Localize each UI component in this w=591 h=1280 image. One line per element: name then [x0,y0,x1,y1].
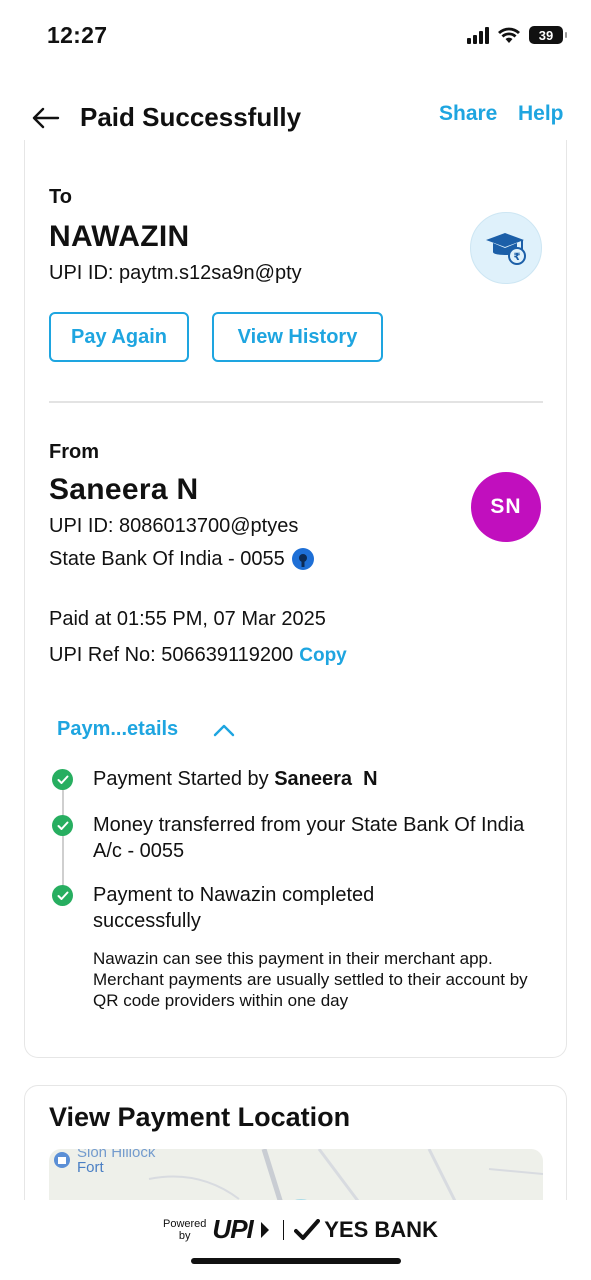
upi-logo: UPI [212,1214,253,1244]
sender-initials: SN [490,495,522,518]
map-label-hillock: Sion Hillock [77,1149,156,1161]
recipient-name: NAWAZIN [49,220,190,253]
sender-name: Saneera N [49,473,199,506]
sender-bank: State Bank Of India - 0055 [49,547,315,571]
yes-bank-text: YES BANK [324,1216,438,1242]
footer: Powered by UPI YES BANK [0,1200,591,1280]
step-started-name: Saneera N [274,768,378,790]
recipient-avatar[interactable]: ₹ [470,212,542,284]
upi-ref-text: UPI Ref No: 506639119200 [49,644,294,666]
payment-details-label: Paym...etails [57,718,179,740]
check-circle-icon [52,769,73,790]
sbi-bank-icon [291,548,314,570]
back-button[interactable] [30,102,62,134]
check-mark-icon [294,1218,321,1240]
sender-avatar: SN [471,472,541,542]
share-button[interactable]: Share [439,102,497,126]
transaction-card: To NAWAZIN UPI ID: paytm.s12sa9n@pty ₹ P… [24,140,567,1058]
timeline-step: Payment Started by Saneera N [93,766,543,792]
payment-details-toggle[interactable]: Paym...etails [57,718,236,741]
sender-bank-text: State Bank Of India - 0055 [49,547,285,570]
step-started-text: Payment Started by [93,768,275,790]
arrow-left-icon [32,107,60,129]
recipient-upi-id: UPI ID: paytm.s12sa9n@pty [49,262,302,284]
check-circle-icon [52,815,73,836]
chevron-up-icon [213,724,235,736]
status-time: 12:27 [47,22,108,48]
paid-at: Paid at 01:55 PM, 07 Mar 2025 [49,608,326,630]
map-label-fort: Fort [77,1159,104,1176]
help-button[interactable]: Help [518,102,564,126]
wifi-icon [498,27,520,43]
settlement-note: Nawazin can see this payment in their me… [93,949,528,1010]
timeline-line [62,780,64,896]
copy-ref-button[interactable]: Copy [299,645,347,667]
powered-by-upi-yesbank: Powered by UPI YES BANK [163,1214,438,1245]
powered-text: Powered [163,1217,207,1230]
footer-separator [282,1219,285,1240]
upi-arrow-logo-icon [260,1221,269,1238]
graduation-cap-rupee-icon: ₹ [486,233,526,265]
home-indicator [191,1258,401,1264]
upi-ref: UPI Ref No: 506639119200 Copy [49,644,347,667]
svg-text:₹: ₹ [514,252,521,263]
by-text: by [178,1229,191,1242]
powered-by-label: Powered by [163,1218,206,1242]
fort-poi-icon [54,1152,70,1168]
page-title: Paid Successfully [80,102,302,132]
cellular-signal-icon [467,26,489,44]
battery-icon: 39 [529,26,567,44]
map-label: Sion Hillock Fort [77,1149,155,1175]
pay-again-button[interactable]: Pay Again [49,312,189,362]
status-icons: 39 [467,26,567,44]
timeline-step: Payment to Nawazin completed successfull… [93,884,375,932]
from-label: From [49,441,99,463]
battery-level: 39 [538,27,554,43]
timeline-step: Money transferred from your State Bank O… [93,814,525,862]
view-history-button[interactable]: View History [212,312,383,362]
payment-location-title: View Payment Location [49,1102,351,1132]
status-bar: 12:27 39 [0,0,591,70]
check-circle-icon [52,885,73,906]
yes-bank-logo: YES BANK [294,1217,438,1243]
sender-upi-id: UPI ID: 8086013700@ptyes [49,515,299,537]
app-header: Paid Successfully Share Help [0,92,591,144]
section-divider [49,401,543,403]
to-label: To [49,186,72,208]
